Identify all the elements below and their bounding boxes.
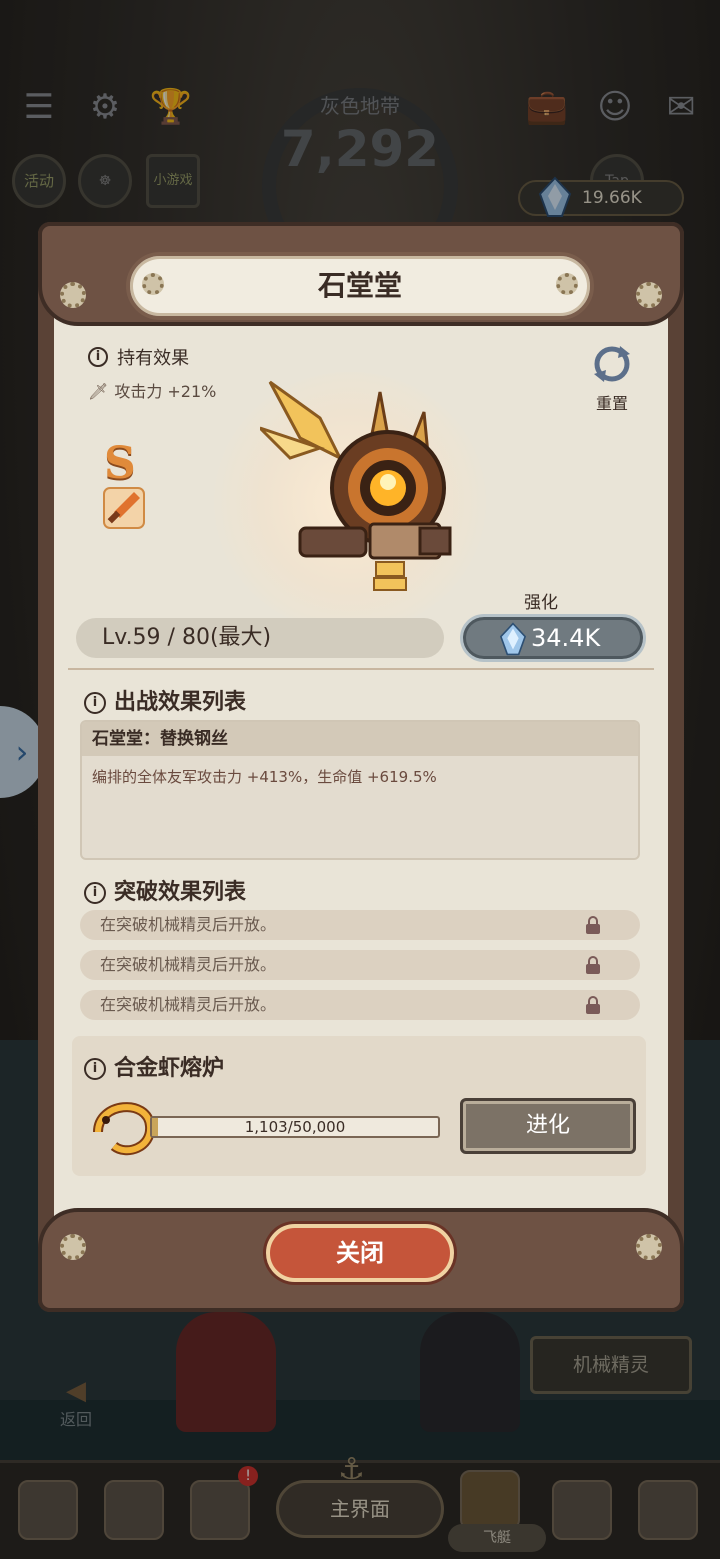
upgrade-cost: 34.4K [531,624,601,652]
battle-effect-name: 石堂堂：替换钢丝 [82,722,638,756]
info-icon[interactable]: i [88,347,108,367]
hold-effect-title: 持有效果 [117,348,190,369]
alloy-shrimp-furnace: i 合金虾熔炉 1,103/50,000 进化 [72,1036,646,1176]
breakthrough-effects-label: 突破效果列表 [114,880,247,905]
hold-effect: i 持有效果 🗡 攻击力 +21% [88,344,216,402]
furnace-progress-text: 1,103/50,000 [244,1118,346,1136]
battle-effect-desc: 编排的全体友军攻击力 +413%，生命值 +619.5% [92,768,437,786]
crystal-icon [499,622,527,656]
battle-effects-title: i 出战效果列表 [84,684,246,716]
gear-decor-icon [60,282,86,308]
reset-icon [594,346,630,382]
evolve-button[interactable]: 进化 [460,1098,636,1154]
lock-icon [586,956,600,974]
modal-title: 石堂堂 [317,269,402,302]
reset-button[interactable]: 重置 [584,344,640,414]
battle-effect-box: 石堂堂：替换钢丝 编排的全体友军攻击力 +413%，生命值 +619.5% [80,720,640,860]
lock-icon [586,996,600,1014]
mech-spirit-robot-image [260,380,452,591]
locked-effect-text: 在突破机械精灵后开放。 [100,955,277,974]
upgrade-label: 强化 [524,593,558,613]
info-icon[interactable]: i [84,882,106,904]
furnace-progress-bar: 1,103/50,000 [150,1116,440,1138]
sword-icon: 🗡 [88,382,109,401]
upgrade-button[interactable]: 34.4K [460,614,646,662]
locked-effect-row: 在突破机械精灵后开放。 [80,990,640,1020]
locked-effect-row: 在突破机械精灵后开放。 [80,950,640,980]
gear-decor-icon [636,1234,662,1260]
locked-effect-row: 在突破机械精灵后开放。 [80,910,640,940]
hold-effect-line: 🗡 攻击力 +21% [88,378,216,402]
gear-decor-icon [556,273,578,295]
reset-label: 重置 [595,394,628,413]
gear-decor-icon [60,1234,86,1260]
furnace-title: i 合金虾熔炉 [84,1050,224,1082]
furnace-title-label: 合金虾熔炉 [114,1056,225,1081]
level-bar: Lv.59 / 80(最大) [76,618,444,658]
info-icon[interactable]: i [84,1058,106,1080]
locked-effect-text: 在突破机械精灵后开放。 [100,995,277,1014]
battle-effects-label: 出战效果列表 [114,690,247,715]
divider [68,668,654,670]
title-plate: 石堂堂 [126,252,594,320]
close-button[interactable]: 关闭 [266,1224,454,1282]
rank-letter: S [104,438,136,489]
gear-decor-icon [636,282,662,308]
info-icon[interactable]: i [84,692,106,714]
lock-icon [586,916,600,934]
hold-effect-value: 攻击力 +21% [114,382,217,401]
mech-spirit-detail-modal: 石堂堂 i 持有效果 🗡 攻击力 +21% 重置 S 强化 Lv.59 / 80… [38,222,684,1312]
breakthrough-effects-title: i 突破效果列表 [84,874,246,906]
locked-effect-text: 在突破机械精灵后开放。 [100,915,277,934]
attack-type-icon [103,487,145,529]
